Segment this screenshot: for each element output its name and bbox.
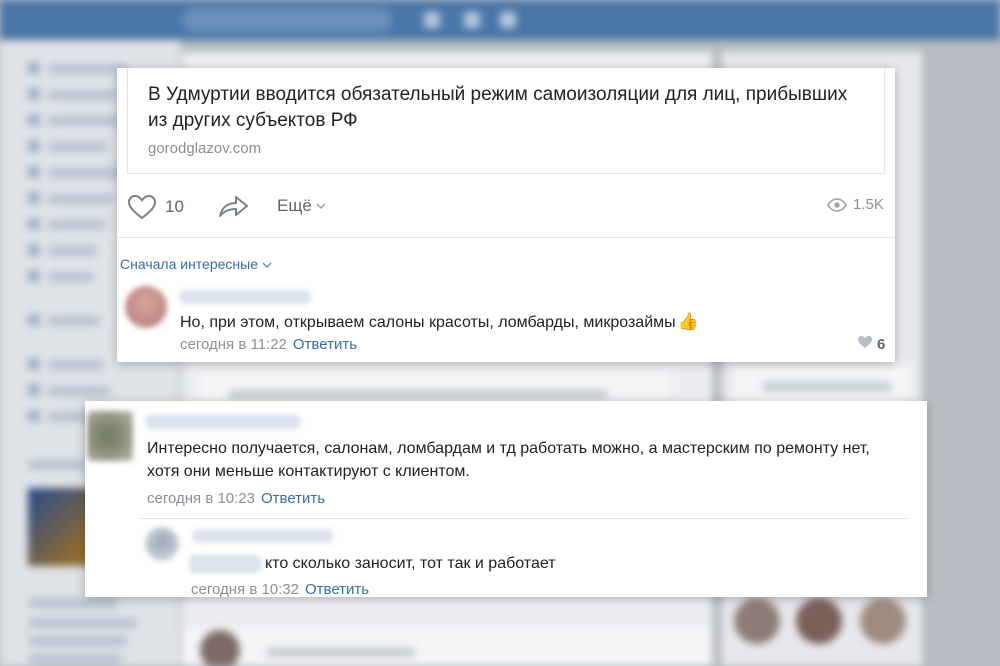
comment-like-count: 6 bbox=[877, 335, 886, 353]
comment-text: Интересно получается, салонам, ломбардам… bbox=[147, 440, 870, 480]
heart-icon bbox=[127, 194, 157, 220]
comment-time: сегодня в 10:23 bbox=[147, 490, 255, 507]
reply-author[interactable] bbox=[193, 529, 333, 543]
thumbs-up-icon: 👍 bbox=[677, 312, 699, 331]
more-label: Ещё bbox=[277, 196, 312, 215]
background-play-icon bbox=[500, 12, 516, 28]
comment-meta: сегодня в 10:23 Ответить bbox=[147, 490, 325, 507]
chevron-down-icon bbox=[262, 256, 272, 272]
background-music-icon bbox=[464, 12, 480, 28]
comment-time: сегодня в 10:32 bbox=[191, 581, 299, 598]
background-topbar bbox=[0, 0, 1000, 40]
comment-text: Но, при этом, открываем салоны красоты, … bbox=[180, 312, 699, 331]
comment-like-button[interactable]: 6 bbox=[857, 335, 885, 353]
background-avatar bbox=[796, 598, 842, 644]
comment-author[interactable] bbox=[179, 290, 311, 304]
background-avatar bbox=[860, 598, 906, 644]
views-counter: 1.5K bbox=[827, 196, 884, 213]
background-bell-icon bbox=[424, 12, 440, 28]
more-button[interactable]: Ещё bbox=[277, 196, 326, 216]
reply-text: кто сколько заносит, тот так и работает bbox=[189, 552, 556, 575]
background-avatar bbox=[200, 630, 240, 666]
post-card: В Удмуртии вводится обязательный режим с… bbox=[117, 68, 895, 362]
link-title[interactable]: В Удмуртии вводится обязательный режим с… bbox=[148, 82, 848, 134]
comment-avatar[interactable] bbox=[125, 286, 167, 328]
background-avatar bbox=[734, 598, 780, 644]
comment-avatar[interactable] bbox=[87, 411, 133, 461]
views-count: 1.5K bbox=[853, 196, 884, 213]
divider bbox=[139, 518, 909, 519]
link-domain: gorodglazov.com bbox=[148, 140, 262, 157]
reply-button[interactable]: Ответить bbox=[261, 490, 325, 507]
comment-time: сегодня в 11:22 bbox=[180, 336, 287, 353]
heart-small-icon bbox=[857, 335, 873, 353]
comment-meta: сегодня в 11:22 Ответить bbox=[180, 336, 357, 353]
background-logo bbox=[18, 8, 52, 32]
post-actions: 10 Ещё 1.5K bbox=[117, 182, 895, 230]
chevron-down-icon bbox=[316, 202, 326, 210]
background-search bbox=[182, 8, 392, 32]
comment-thread-card: Интересно получается, салонам, ломбардам… bbox=[85, 401, 927, 598]
reply-button[interactable]: Ответить bbox=[305, 581, 369, 598]
like-button[interactable]: 10 bbox=[127, 194, 184, 220]
reply-mention[interactable] bbox=[189, 554, 261, 573]
share-icon bbox=[217, 194, 249, 220]
like-count: 10 bbox=[165, 197, 184, 216]
sort-dropdown[interactable]: Сначала интересные bbox=[120, 256, 272, 272]
reply-meta: сегодня в 10:32 Ответить bbox=[191, 581, 369, 598]
comment-author[interactable] bbox=[145, 415, 301, 429]
eye-icon bbox=[827, 197, 847, 212]
link-preview[interactable]: В Удмуртии вводится обязательный режим с… bbox=[127, 68, 885, 174]
sort-label: Сначала интересные bbox=[120, 256, 258, 272]
share-button[interactable] bbox=[217, 194, 249, 220]
reply-button[interactable]: Ответить bbox=[293, 336, 357, 353]
reply-avatar[interactable] bbox=[145, 527, 179, 561]
divider bbox=[117, 237, 895, 238]
